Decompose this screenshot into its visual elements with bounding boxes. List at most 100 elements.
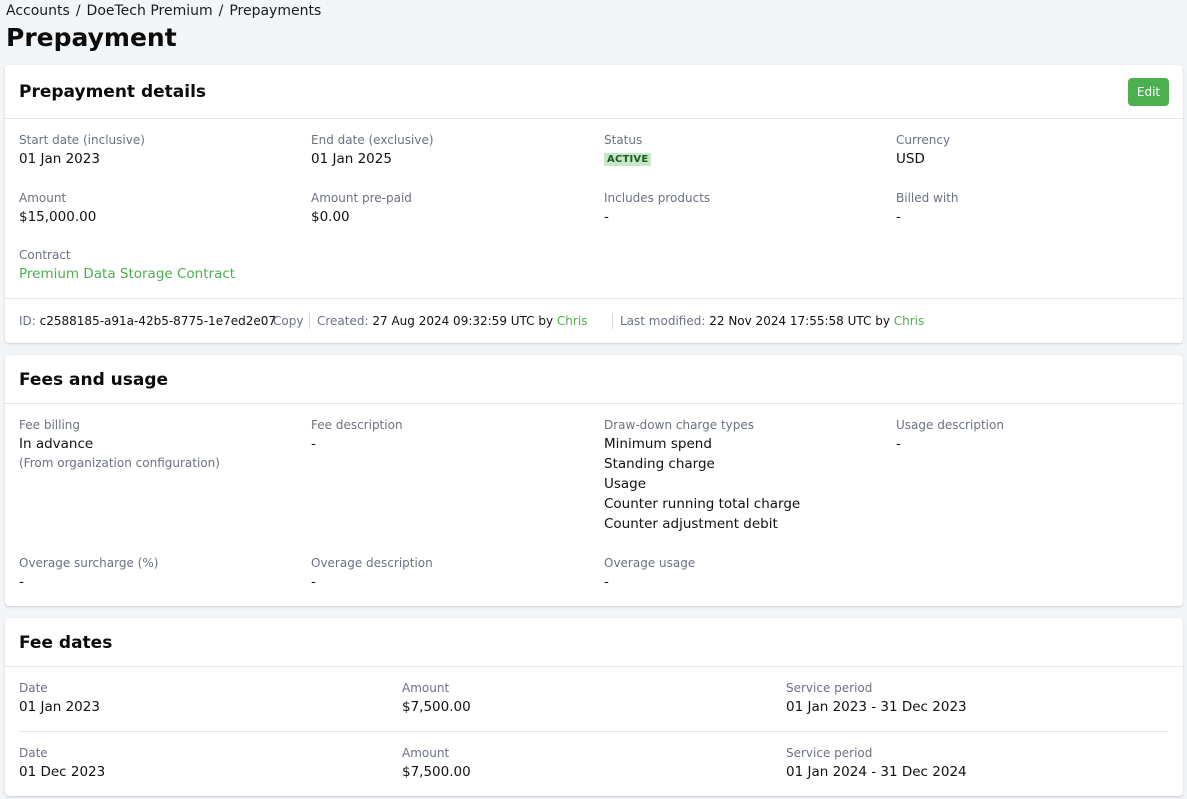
fees-usage-card: Fees and usage Fee billing In advance (F… [5,355,1183,606]
fee-period-cell: Service period 01 Jan 2024 - 31 Dec 2024 [786,746,967,780]
fee-description-field: Fee description - [311,418,403,452]
edit-button[interactable]: Edit [1128,78,1169,106]
status-badge: ACTIVE [604,153,652,166]
breadcrumb-account[interactable]: DoeTech Premium [87,3,213,19]
field-value: 01 Jan 2024 - 31 Dec 2024 [786,764,967,780]
currency-field: Currency USD [896,133,950,167]
field-value: - [604,574,609,590]
id-label: ID: [19,314,36,328]
field-label: Amount [402,746,450,760]
fee-amount-cell: Amount $7,500.00 [402,681,471,715]
meta-divider [612,313,613,329]
modified-label: Last modified: [620,314,706,328]
start-date-field: Start date (inclusive) 01 Jan 2023 [19,133,145,167]
field-value: - [311,436,316,452]
field-value: 01 Jan 2025 [311,151,392,167]
field-value: 01 Jan 2023 [19,699,100,715]
card-header: Prepayment details Edit [5,65,1183,119]
amount-field: Amount $15,000.00 [19,191,96,225]
contract-link[interactable]: Premium Data Storage Contract [19,266,235,282]
list-item: Usage [604,476,647,492]
breadcrumb-separator: / [75,3,81,19]
usage-description-field: Usage description - [896,418,1004,452]
list-item: Counter running total charge [604,496,801,512]
modified-info: Last modified: 22 Nov 2024 17:55:58 UTC … [620,314,924,328]
overage-surcharge-field: Overage surcharge (%) - [19,556,158,590]
includes-products-field: Includes products - [604,191,710,225]
amount-prepaid-field: Amount pre-paid $0.00 [311,191,412,225]
meta-divider [309,313,310,329]
fee-period-cell: Service period 01 Jan 2023 - 31 Dec 2023 [786,681,967,715]
breadcrumb-accounts[interactable]: Accounts [6,3,70,19]
fee-dates-card: Fee dates Date 01 Jan 2023 Amount $7,500… [5,618,1183,796]
field-value: 01 Jan 2023 - 31 Dec 2023 [786,699,967,715]
field-label: Date [19,681,48,695]
field-label: Overage description [311,556,433,570]
field-value: - [311,574,316,590]
prepayment-details-card: Prepayment details Edit Start date (incl… [5,65,1183,343]
breadcrumb-separator: / [218,3,224,19]
field-label: Overage surcharge (%) [19,556,159,570]
field-label: Service period [786,681,873,695]
card-header: Fees and usage [5,355,1183,404]
field-label: Fee billing [19,418,81,432]
field-value: - [896,436,901,452]
contract-field: Contract Premium Data Storage Contract [19,248,235,282]
field-label: Start date (inclusive) [19,133,145,147]
list-item: Standing charge [604,456,715,472]
copy-id-button[interactable]: Copy [273,314,303,328]
created-value: 27 Aug 2024 09:32:59 UTC by [372,314,554,328]
created-by-link[interactable]: Chris [557,314,588,328]
field-label: Status [604,133,643,147]
field-label: Draw-down charge types [604,418,755,432]
card-title: Prepayment details [19,82,207,102]
drawdown-charge-types-field: Draw-down charge types Minimum spend Sta… [604,418,800,534]
breadcrumb: Accounts / DoeTech Premium / Prepayments [6,3,321,19]
card-title: Fees and usage [19,370,169,390]
card-title: Fee dates [19,633,113,653]
field-label: Overage usage [604,556,696,570]
created-info: Created: 27 Aug 2024 09:32:59 UTC by Chr… [317,314,587,328]
overage-usage-field: Overage usage - [604,556,695,590]
field-label: End date (exclusive) [311,133,434,147]
field-note: (From organization configuration) [19,456,220,470]
row-divider [19,731,1169,732]
record-meta-bar: ID: c2588185-a91a-42b5-8775-1e7ed2e07 Co… [5,298,1183,342]
card-header: Fee dates [5,618,1183,667]
fee-date-cell: Date 01 Jan 2023 [19,681,100,715]
list-item: Counter adjustment debit [604,516,778,532]
created-label: Created: [317,314,369,328]
field-value: $7,500.00 [402,764,471,780]
fee-amount-cell: Amount $7,500.00 [402,746,471,780]
field-label: Currency [896,133,951,147]
field-label: Amount [402,681,450,695]
field-value: 01 Dec 2023 [19,764,106,780]
overage-description-field: Overage description - [311,556,433,590]
list-item: Minimum spend [604,436,712,452]
field-label: Includes products [604,191,711,205]
field-value: $7,500.00 [402,699,471,715]
field-value: In advance [19,436,94,452]
breadcrumb-prepayments[interactable]: Prepayments [229,3,321,19]
field-value: - [604,209,609,225]
field-label: Amount [19,191,67,205]
modified-value: 22 Nov 2024 17:55:58 UTC by [709,314,890,328]
field-value: - [19,574,24,590]
field-label: Service period [786,746,873,760]
modified-by-link[interactable]: Chris [894,314,925,328]
record-id: ID: c2588185-a91a-42b5-8775-1e7ed2e07 [19,314,276,328]
end-date-field: End date (exclusive) 01 Jan 2025 [311,133,434,167]
field-value: USD [896,151,925,167]
field-value: $0.00 [311,209,350,225]
field-label: Contract [19,248,71,262]
field-label: Fee description [311,418,403,432]
billed-with-field: Billed with - [896,191,959,225]
status-field: Status ACTIVE [604,133,652,166]
field-label: Billed with [896,191,959,205]
id-value: c2588185-a91a-42b5-8775-1e7ed2e07 [39,314,276,328]
page-title: Prepayment [6,23,177,52]
field-value: 01 Jan 2023 [19,151,100,167]
field-label: Amount pre-paid [311,191,412,205]
fee-billing-field: Fee billing In advance (From organizatio… [19,418,220,470]
field-value: $15,000.00 [19,209,97,225]
